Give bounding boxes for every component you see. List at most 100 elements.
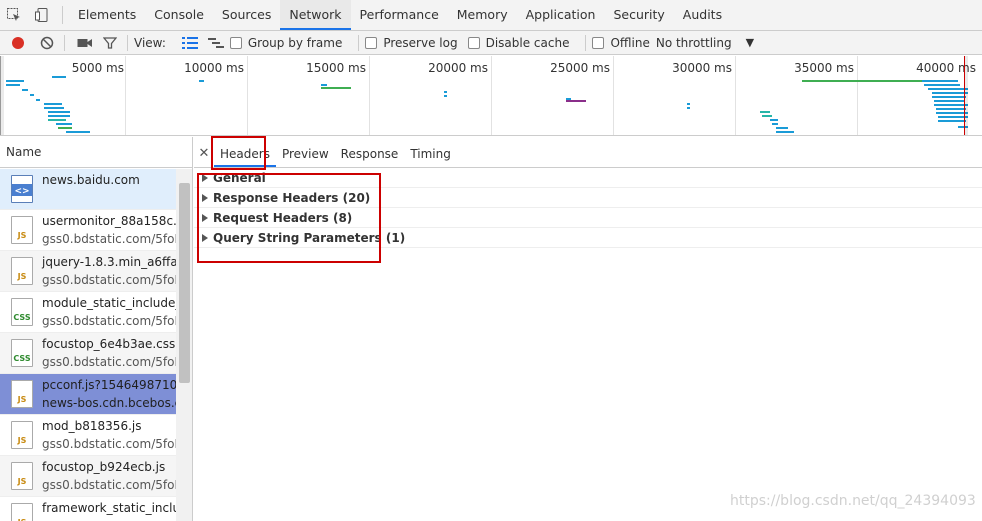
js-file-icon: JS	[11, 257, 33, 285]
devtools-tab-bar: Elements Console Sources Network Perform…	[0, 0, 982, 31]
request-bar	[44, 107, 64, 109]
request-bar	[58, 127, 72, 129]
js-file-icon: JS	[11, 421, 33, 449]
watermark-text: https://blog.csdn.net/qq_24394093	[730, 493, 976, 509]
request-name: framework_static_include_	[42, 501, 176, 515]
request-bar	[936, 108, 966, 110]
request-host: gss0.bdstatic.com/5foIcy0	[42, 314, 176, 328]
request-bar	[922, 80, 958, 82]
request-host: gss0.bdstatic.com/5foIcy0	[42, 437, 176, 451]
tab-audits[interactable]: Audits	[674, 0, 731, 30]
throttling-select[interactable]: No throttling	[656, 36, 732, 50]
timeline-gridline	[491, 56, 492, 135]
timeline-tick-label: 35000 ms	[794, 61, 854, 75]
sections-highlight	[197, 173, 381, 263]
request-list: Name <> news.baidu.com JS usermonitor_88…	[0, 137, 193, 521]
request-row[interactable]: JS framework_static_include_	[0, 497, 176, 521]
request-bar	[199, 80, 204, 82]
request-bar	[760, 111, 770, 113]
tab-timing[interactable]: Timing	[404, 136, 457, 167]
checkbox-box[interactable]	[592, 36, 605, 49]
clear-icon[interactable]	[36, 31, 58, 55]
request-row[interactable]: CSS focustop_6e4b3ae.css gss0.bdstatic.c…	[0, 333, 176, 374]
request-bar	[56, 123, 72, 125]
request-bar	[776, 127, 788, 129]
name-column-header[interactable]: Name	[0, 137, 192, 168]
request-bar	[321, 87, 351, 89]
request-bar	[928, 88, 968, 90]
request-row[interactable]: CSS module_static_include_fea gss0.bdsta…	[0, 292, 176, 333]
inspect-element-icon[interactable]	[0, 0, 28, 30]
offline-label: Offline	[610, 35, 650, 50]
request-name: mod_b818356.js	[42, 419, 142, 433]
view-label: View:	[134, 35, 166, 50]
request-bar	[52, 76, 66, 78]
checkbox-box[interactable]	[365, 36, 378, 49]
request-host: news-bos.cdn.bcebos.co...	[42, 396, 176, 410]
timeline-tick-label: 5000 ms	[71, 61, 124, 75]
request-row[interactable]: JS focustop_b924ecb.js gss0.bdstatic.com…	[0, 456, 176, 497]
record-button[interactable]	[0, 31, 36, 55]
request-bar	[924, 84, 960, 86]
request-bar	[321, 84, 327, 86]
tab-performance[interactable]: Performance	[351, 0, 448, 30]
scrollbar-thumb[interactable]	[179, 183, 190, 383]
group-by-frame-checkbox[interactable]: Group by frame	[229, 35, 343, 50]
tab-sources[interactable]: Sources	[213, 0, 280, 30]
request-name: usermonitor_88a158c.js?v	[42, 214, 176, 228]
overview-window-handle-left[interactable]	[0, 56, 4, 135]
large-rows-icon[interactable]	[178, 31, 202, 55]
tab-application[interactable]: Application	[517, 0, 605, 30]
request-row[interactable]: JS mod_b818356.js gss0.bdstatic.com/5foI…	[0, 415, 176, 456]
request-bar	[776, 131, 794, 133]
group-by-frame-label: Group by frame	[247, 35, 343, 50]
request-name: news.baidu.com	[42, 173, 140, 187]
tab-console[interactable]: Console	[145, 0, 213, 30]
request-bar	[44, 103, 62, 105]
request-bar	[48, 115, 70, 117]
disable-cache-label: Disable cache	[485, 35, 570, 50]
request-bar	[938, 120, 966, 122]
request-bar	[772, 123, 778, 125]
tab-memory[interactable]: Memory	[448, 0, 517, 30]
detail-tab-bar: ✕ Headers Preview Response Timing	[194, 137, 982, 168]
overview-window-handle-right[interactable]	[964, 56, 968, 135]
tab-response[interactable]: Response	[335, 136, 405, 167]
timeline-tick-label: 20000 ms	[428, 61, 488, 75]
disable-cache-checkbox[interactable]: Disable cache	[467, 35, 570, 50]
request-bar	[934, 104, 968, 106]
timeline-tick-label: 30000 ms	[672, 61, 732, 75]
filter-icon[interactable]	[99, 31, 121, 55]
checkbox-box[interactable]	[229, 36, 242, 49]
timeline-gridline	[857, 56, 858, 135]
request-bar	[444, 91, 447, 93]
request-row-selected[interactable]: JS pcconf.js?1546498710216 news-bos.cdn.…	[0, 374, 176, 415]
network-overview-timeline[interactable]: 5000 ms 10000 ms 15000 ms 20000 ms 25000…	[0, 56, 982, 136]
toolbar-separator	[585, 34, 587, 51]
request-bar	[932, 92, 968, 94]
waterfall-icon[interactable]	[202, 31, 230, 55]
tab-security[interactable]: Security	[604, 0, 673, 30]
preserve-log-label: Preserve log	[383, 35, 458, 50]
request-row[interactable]: JS usermonitor_88a158c.js?v gss0.bdstati…	[0, 210, 176, 251]
offline-checkbox[interactable]: Offline	[592, 35, 650, 50]
screenshot-camera-icon[interactable]	[71, 31, 99, 55]
request-bar	[30, 94, 34, 96]
preserve-log-checkbox[interactable]: Preserve log	[365, 35, 458, 50]
request-bar	[762, 115, 772, 117]
request-row[interactable]: <> news.baidu.com	[0, 169, 176, 210]
close-icon[interactable]: ✕	[196, 136, 212, 167]
tab-preview[interactable]: Preview	[276, 136, 335, 167]
dropdown-arrow-icon[interactable]: ▼	[746, 36, 754, 49]
toolbar-separator	[358, 34, 360, 51]
request-host: gss0.bdstatic.com/5foIcy0	[42, 355, 176, 369]
device-toolbar-icon[interactable]	[28, 0, 56, 30]
request-row[interactable]: JS jquery-1.8.3.min_a6ffa58.j gss0.bdsta…	[0, 251, 176, 292]
tab-elements[interactable]: Elements	[69, 0, 145, 30]
timeline-tick-label: 25000 ms	[550, 61, 610, 75]
js-file-icon: JS	[11, 380, 33, 408]
checkbox-box[interactable]	[467, 36, 480, 49]
tab-network[interactable]: Network	[280, 0, 351, 30]
request-list-scrollbar[interactable]	[176, 169, 192, 521]
css-file-icon: CSS	[11, 298, 33, 326]
